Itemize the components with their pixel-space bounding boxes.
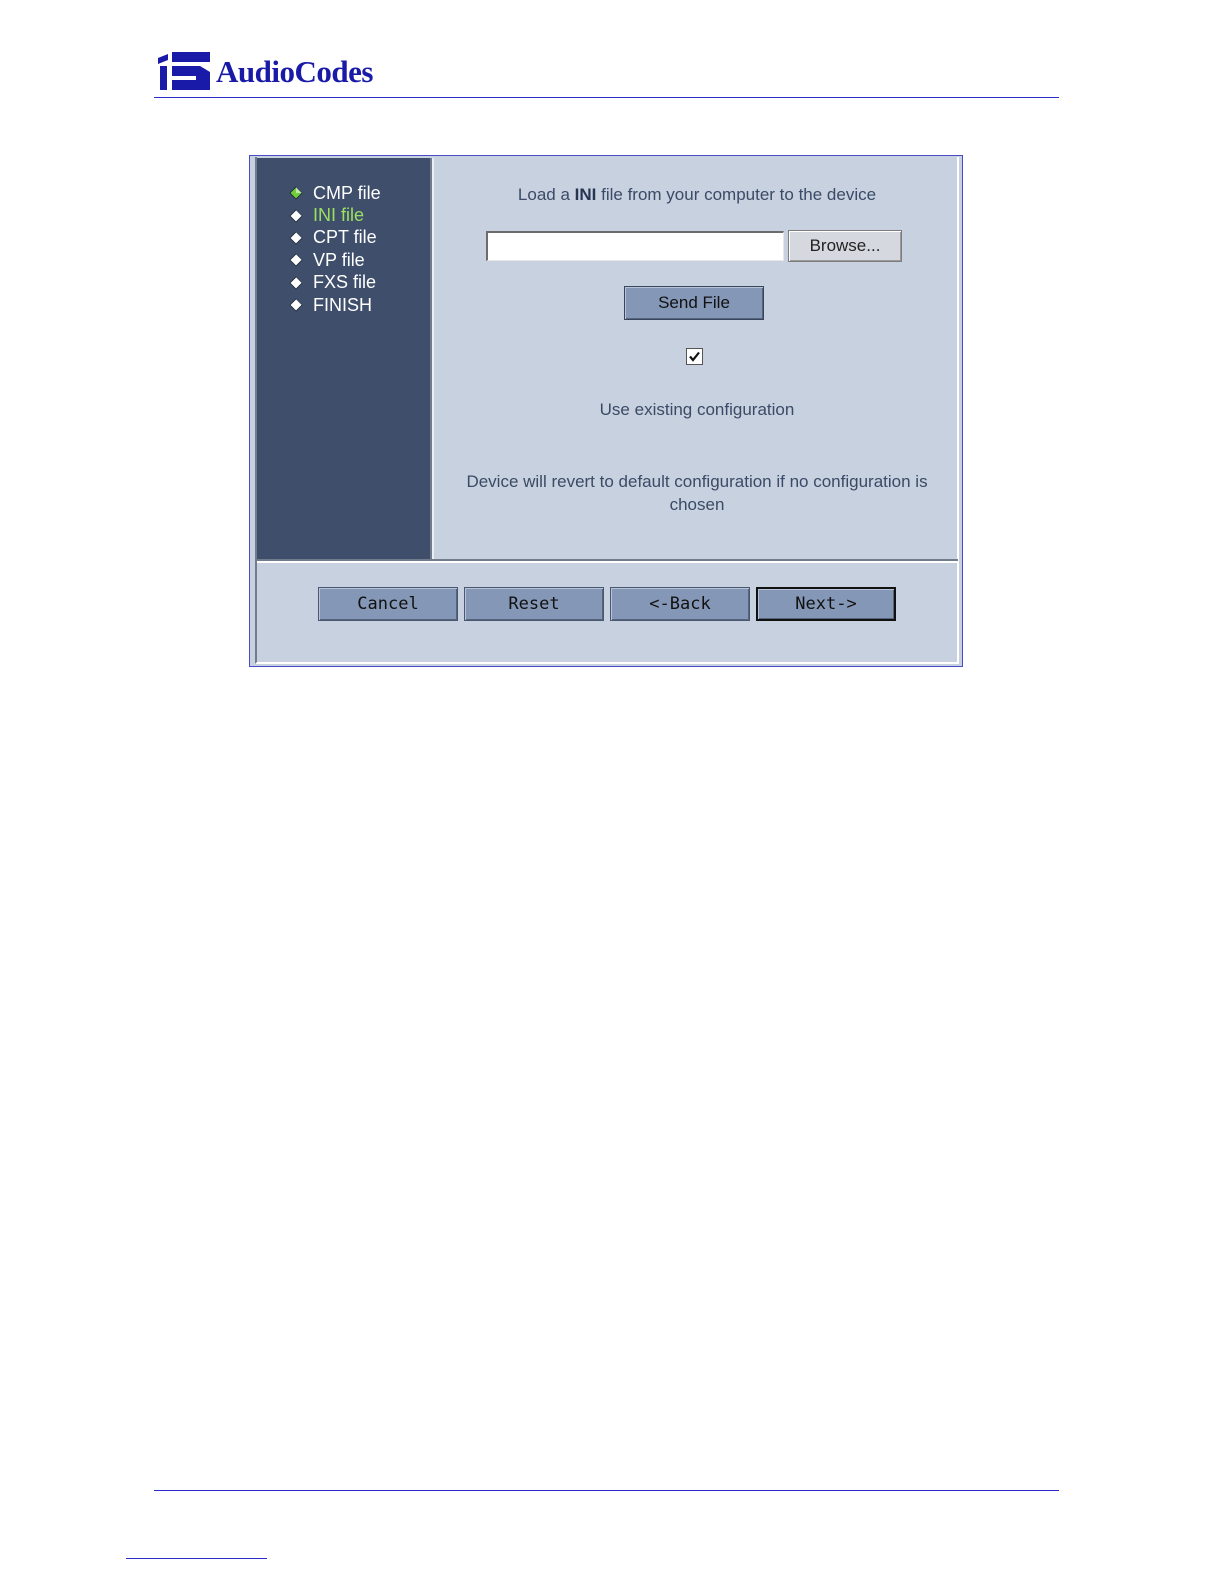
wizard-step-list: CMP file INI file CPT file VP file FXS file F… bbox=[287, 182, 381, 316]
sidebar-divider bbox=[432, 158, 434, 559]
instruction-prefix: Load a bbox=[517, 185, 570, 204]
diamond-bullet-icon bbox=[287, 209, 305, 223]
cancel-button[interactable]: Cancel bbox=[318, 587, 458, 621]
revert-note: Device will revert to default configurat… bbox=[466, 472, 928, 514]
reset-button[interactable]: Reset bbox=[464, 587, 604, 621]
wizard-step-label: CPT file bbox=[313, 227, 377, 248]
diamond-bullet-icon bbox=[287, 231, 305, 245]
diamond-bullet-icon bbox=[287, 186, 305, 200]
diamond-bullet-icon bbox=[287, 253, 305, 267]
wizard-step-vp-file[interactable]: VP file bbox=[287, 249, 381, 271]
wizard-step-fxs-file[interactable]: FXS file bbox=[287, 272, 381, 294]
wizard-step-label: VP file bbox=[313, 249, 365, 270]
diamond-bullet-icon bbox=[287, 298, 305, 312]
wizard-step-cpt-file[interactable]: CPT file bbox=[287, 227, 381, 249]
use-existing-label: Use existing configuration bbox=[599, 400, 795, 419]
wizard-step-ini-file[interactable]: INI file bbox=[287, 204, 381, 226]
footer-rule bbox=[154, 1490, 1059, 1491]
wizard-sidebar: CMP file INI file CPT file VP file FXS file F… bbox=[257, 158, 432, 559]
use-existing-checkbox[interactable] bbox=[686, 348, 703, 365]
header-rule bbox=[154, 97, 1059, 98]
button-bar-divider bbox=[257, 559, 958, 563]
send-file-button[interactable]: Send File bbox=[624, 286, 764, 320]
checkmark-icon bbox=[689, 351, 700, 362]
wizard-step-cmp-file[interactable]: CMP file bbox=[287, 182, 381, 204]
wizard-button-bar: Cancel Reset <-Back Next-> bbox=[318, 587, 896, 621]
wizard-step-label: FINISH bbox=[313, 294, 373, 315]
wizard-step-label: CMP file bbox=[313, 182, 381, 203]
next-button[interactable]: Next-> bbox=[756, 587, 896, 621]
audiocodes-logo-icon bbox=[156, 52, 212, 92]
back-button[interactable]: <-Back bbox=[610, 587, 750, 621]
wizard-step-label: FXS file bbox=[313, 272, 377, 293]
audiocodes-logo: AudioCodes bbox=[156, 52, 373, 92]
instruction-filetype: INI bbox=[574, 185, 597, 204]
file-path-input[interactable] bbox=[486, 231, 784, 261]
footnote-rule bbox=[126, 1558, 267, 1559]
software-upgrade-wizard: CMP file INI file CPT file VP file FXS file F… bbox=[249, 155, 963, 667]
instruction-suffix: file from your computer to the device bbox=[601, 185, 877, 204]
logo-text: AudioCodes bbox=[216, 54, 373, 89]
instruction-text: Load a INI file from your computer to th… bbox=[436, 185, 958, 205]
wizard-step-finish[interactable]: FINISH bbox=[287, 294, 381, 316]
browse-button[interactable]: Browse... bbox=[788, 230, 902, 262]
diamond-bullet-icon bbox=[287, 276, 305, 290]
wizard-step-label: INI file bbox=[313, 205, 365, 226]
wizard-main-panel: Load a INI file from your computer to th… bbox=[436, 158, 958, 559]
